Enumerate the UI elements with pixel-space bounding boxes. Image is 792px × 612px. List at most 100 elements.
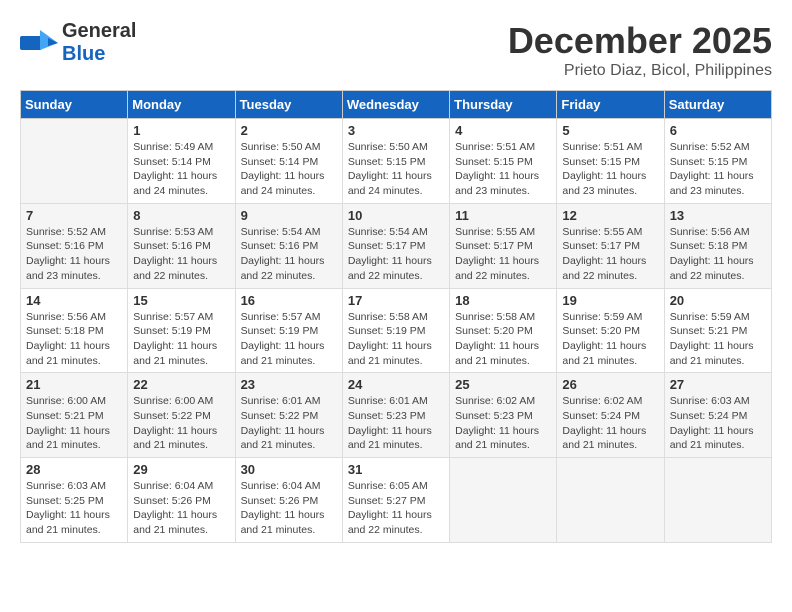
calendar-cell: 19 Sunrise: 5:59 AM Sunset: 5:20 PM Dayli… [557,288,664,373]
day-number: 12 [562,208,658,223]
day-info: Sunrise: 6:02 AM Sunset: 5:24 PM Dayligh… [562,394,658,453]
day-number: 22 [133,377,229,392]
day-number: 15 [133,293,229,308]
calendar-cell: 24 Sunrise: 6:01 AM Sunset: 5:23 PM Dayli… [342,373,449,458]
calendar-cell [450,458,557,543]
weekday-header-wednesday: Wednesday [342,91,449,119]
calendar-cell: 6 Sunrise: 5:52 AM Sunset: 5:15 PM Daylig… [664,119,771,204]
day-number: 28 [26,462,122,477]
day-info: Sunrise: 6:03 AM Sunset: 5:24 PM Dayligh… [670,394,766,453]
weekday-header-friday: Friday [557,91,664,119]
calendar-cell: 25 Sunrise: 6:02 AM Sunset: 5:23 PM Dayli… [450,373,557,458]
day-number: 7 [26,208,122,223]
day-info: Sunrise: 5:51 AM Sunset: 5:15 PM Dayligh… [455,140,551,199]
calendar-week-row: 14 Sunrise: 5:56 AM Sunset: 5:18 PM Dayli… [21,288,772,373]
calendar-cell [557,458,664,543]
calendar-cell: 22 Sunrise: 6:00 AM Sunset: 5:22 PM Dayli… [128,373,235,458]
calendar-cell: 1Sunrise: 5:49 AM Sunset: 5:14 PM Daylig… [128,119,235,204]
day-info: Sunrise: 5:56 AM Sunset: 5:18 PM Dayligh… [26,310,122,369]
calendar-cell: 16Sunrise: 5:57 AM Sunset: 5:19 PM Dayli… [235,288,342,373]
calendar-cell: 9 Sunrise: 5:54 AM Sunset: 5:16 PM Daylig… [235,203,342,288]
day-info: Sunrise: 6:04 AM Sunset: 5:26 PM Dayligh… [241,479,337,538]
logo-blue: Blue [62,43,136,66]
day-info: Sunrise: 5:51 AM Sunset: 5:15 PM Dayligh… [562,140,658,199]
calendar-week-row: 21 Sunrise: 6:00 AM Sunset: 5:21 PM Dayli… [21,373,772,458]
day-info: Sunrise: 5:57 AM Sunset: 5:19 PM Dayligh… [133,310,229,369]
day-info: Sunrise: 5:57 AM Sunset: 5:19 PM Dayligh… [241,310,337,369]
calendar-cell: 4Sunrise: 5:51 AM Sunset: 5:15 PM Daylig… [450,119,557,204]
calendar-cell [21,119,128,204]
calendar-cell: 23Sunrise: 6:01 AM Sunset: 5:22 PM Dayli… [235,373,342,458]
day-number: 26 [562,377,658,392]
day-info: Sunrise: 6:00 AM Sunset: 5:22 PM Dayligh… [133,394,229,453]
calendar-week-row: 7 Sunrise: 5:52 AM Sunset: 5:16 PM Daylig… [21,203,772,288]
day-number: 17 [348,293,444,308]
calendar-cell: 27Sunrise: 6:03 AM Sunset: 5:24 PM Dayli… [664,373,771,458]
day-number: 11 [455,208,551,223]
day-number: 29 [133,462,229,477]
calendar-cell: 13 Sunrise: 5:56 AM Sunset: 5:18 PM Dayli… [664,203,771,288]
calendar-cell: 29 Sunrise: 6:04 AM Sunset: 5:26 PM Dayli… [128,458,235,543]
day-number: 3 [348,123,444,138]
day-info: Sunrise: 5:59 AM Sunset: 5:20 PM Dayligh… [562,310,658,369]
calendar-cell: 17 Sunrise: 5:58 AM Sunset: 5:19 PM Dayli… [342,288,449,373]
day-info: Sunrise: 5:52 AM Sunset: 5:15 PM Dayligh… [670,140,766,199]
calendar-week-row: 1Sunrise: 5:49 AM Sunset: 5:14 PM Daylig… [21,119,772,204]
calendar-cell: 3 Sunrise: 5:50 AM Sunset: 5:15 PM Daylig… [342,119,449,204]
location-title: Prieto Diaz, Bicol, Philippines [508,62,772,80]
day-number: 20 [670,293,766,308]
weekday-header-monday: Monday [128,91,235,119]
weekday-header-saturday: Saturday [664,91,771,119]
day-info: Sunrise: 5:55 AM Sunset: 5:17 PM Dayligh… [455,225,551,284]
day-number: 18 [455,293,551,308]
day-number: 19 [562,293,658,308]
day-number: 13 [670,208,766,223]
calendar-cell: 26 Sunrise: 6:02 AM Sunset: 5:24 PM Dayli… [557,373,664,458]
day-info: Sunrise: 5:54 AM Sunset: 5:16 PM Dayligh… [241,225,337,284]
calendar-cell: 15 Sunrise: 5:57 AM Sunset: 5:19 PM Dayli… [128,288,235,373]
weekday-header-row: SundayMondayTuesdayWednesdayThursdayFrid… [21,91,772,119]
calendar-cell: 8 Sunrise: 5:53 AM Sunset: 5:16 PM Daylig… [128,203,235,288]
day-info: Sunrise: 5:58 AM Sunset: 5:20 PM Dayligh… [455,310,551,369]
day-number: 24 [348,377,444,392]
calendar-cell: 14 Sunrise: 5:56 AM Sunset: 5:18 PM Dayli… [21,288,128,373]
calendar-cell: 30Sunrise: 6:04 AM Sunset: 5:26 PM Dayli… [235,458,342,543]
day-info: Sunrise: 5:52 AM Sunset: 5:16 PM Dayligh… [26,225,122,284]
day-info: Sunrise: 5:59 AM Sunset: 5:21 PM Dayligh… [670,310,766,369]
page-header: General Blue December 2025 Prieto Diaz, … [20,20,772,80]
calendar-table: SundayMondayTuesdayWednesdayThursdayFrid… [20,90,772,543]
day-info: Sunrise: 6:05 AM Sunset: 5:27 PM Dayligh… [348,479,444,538]
day-info: Sunrise: 5:50 AM Sunset: 5:15 PM Dayligh… [348,140,444,199]
day-number: 14 [26,293,122,308]
day-info: Sunrise: 5:58 AM Sunset: 5:19 PM Dayligh… [348,310,444,369]
day-info: Sunrise: 6:03 AM Sunset: 5:25 PM Dayligh… [26,479,122,538]
calendar-cell: 31 Sunrise: 6:05 AM Sunset: 5:27 PM Dayli… [342,458,449,543]
weekday-header-tuesday: Tuesday [235,91,342,119]
calendar-cell: 2Sunrise: 5:50 AM Sunset: 5:14 PM Daylig… [235,119,342,204]
calendar-cell: 7 Sunrise: 5:52 AM Sunset: 5:16 PM Daylig… [21,203,128,288]
day-number: 31 [348,462,444,477]
day-number: 6 [670,123,766,138]
day-info: Sunrise: 6:04 AM Sunset: 5:26 PM Dayligh… [133,479,229,538]
calendar-cell: 20 Sunrise: 5:59 AM Sunset: 5:21 PM Dayli… [664,288,771,373]
day-info: Sunrise: 6:01 AM Sunset: 5:23 PM Dayligh… [348,394,444,453]
day-number: 23 [241,377,337,392]
day-number: 1 [133,123,229,138]
day-number: 21 [26,377,122,392]
day-info: Sunrise: 5:54 AM Sunset: 5:17 PM Dayligh… [348,225,444,284]
month-title: December 2025 [508,20,772,62]
title-area: December 2025 Prieto Diaz, Bicol, Philip… [508,20,772,80]
calendar-cell: 10Sunrise: 5:54 AM Sunset: 5:17 PM Dayli… [342,203,449,288]
day-info: Sunrise: 5:56 AM Sunset: 5:18 PM Dayligh… [670,225,766,284]
weekday-header-sunday: Sunday [21,91,128,119]
day-info: Sunrise: 6:02 AM Sunset: 5:23 PM Dayligh… [455,394,551,453]
logo-general: General [62,20,136,43]
day-number: 8 [133,208,229,223]
day-info: Sunrise: 6:00 AM Sunset: 5:21 PM Dayligh… [26,394,122,453]
day-number: 9 [241,208,337,223]
logo: General Blue [20,20,136,66]
day-info: Sunrise: 5:53 AM Sunset: 5:16 PM Dayligh… [133,225,229,284]
day-number: 25 [455,377,551,392]
day-info: Sunrise: 5:50 AM Sunset: 5:14 PM Dayligh… [241,140,337,199]
logo-icon [20,28,58,58]
